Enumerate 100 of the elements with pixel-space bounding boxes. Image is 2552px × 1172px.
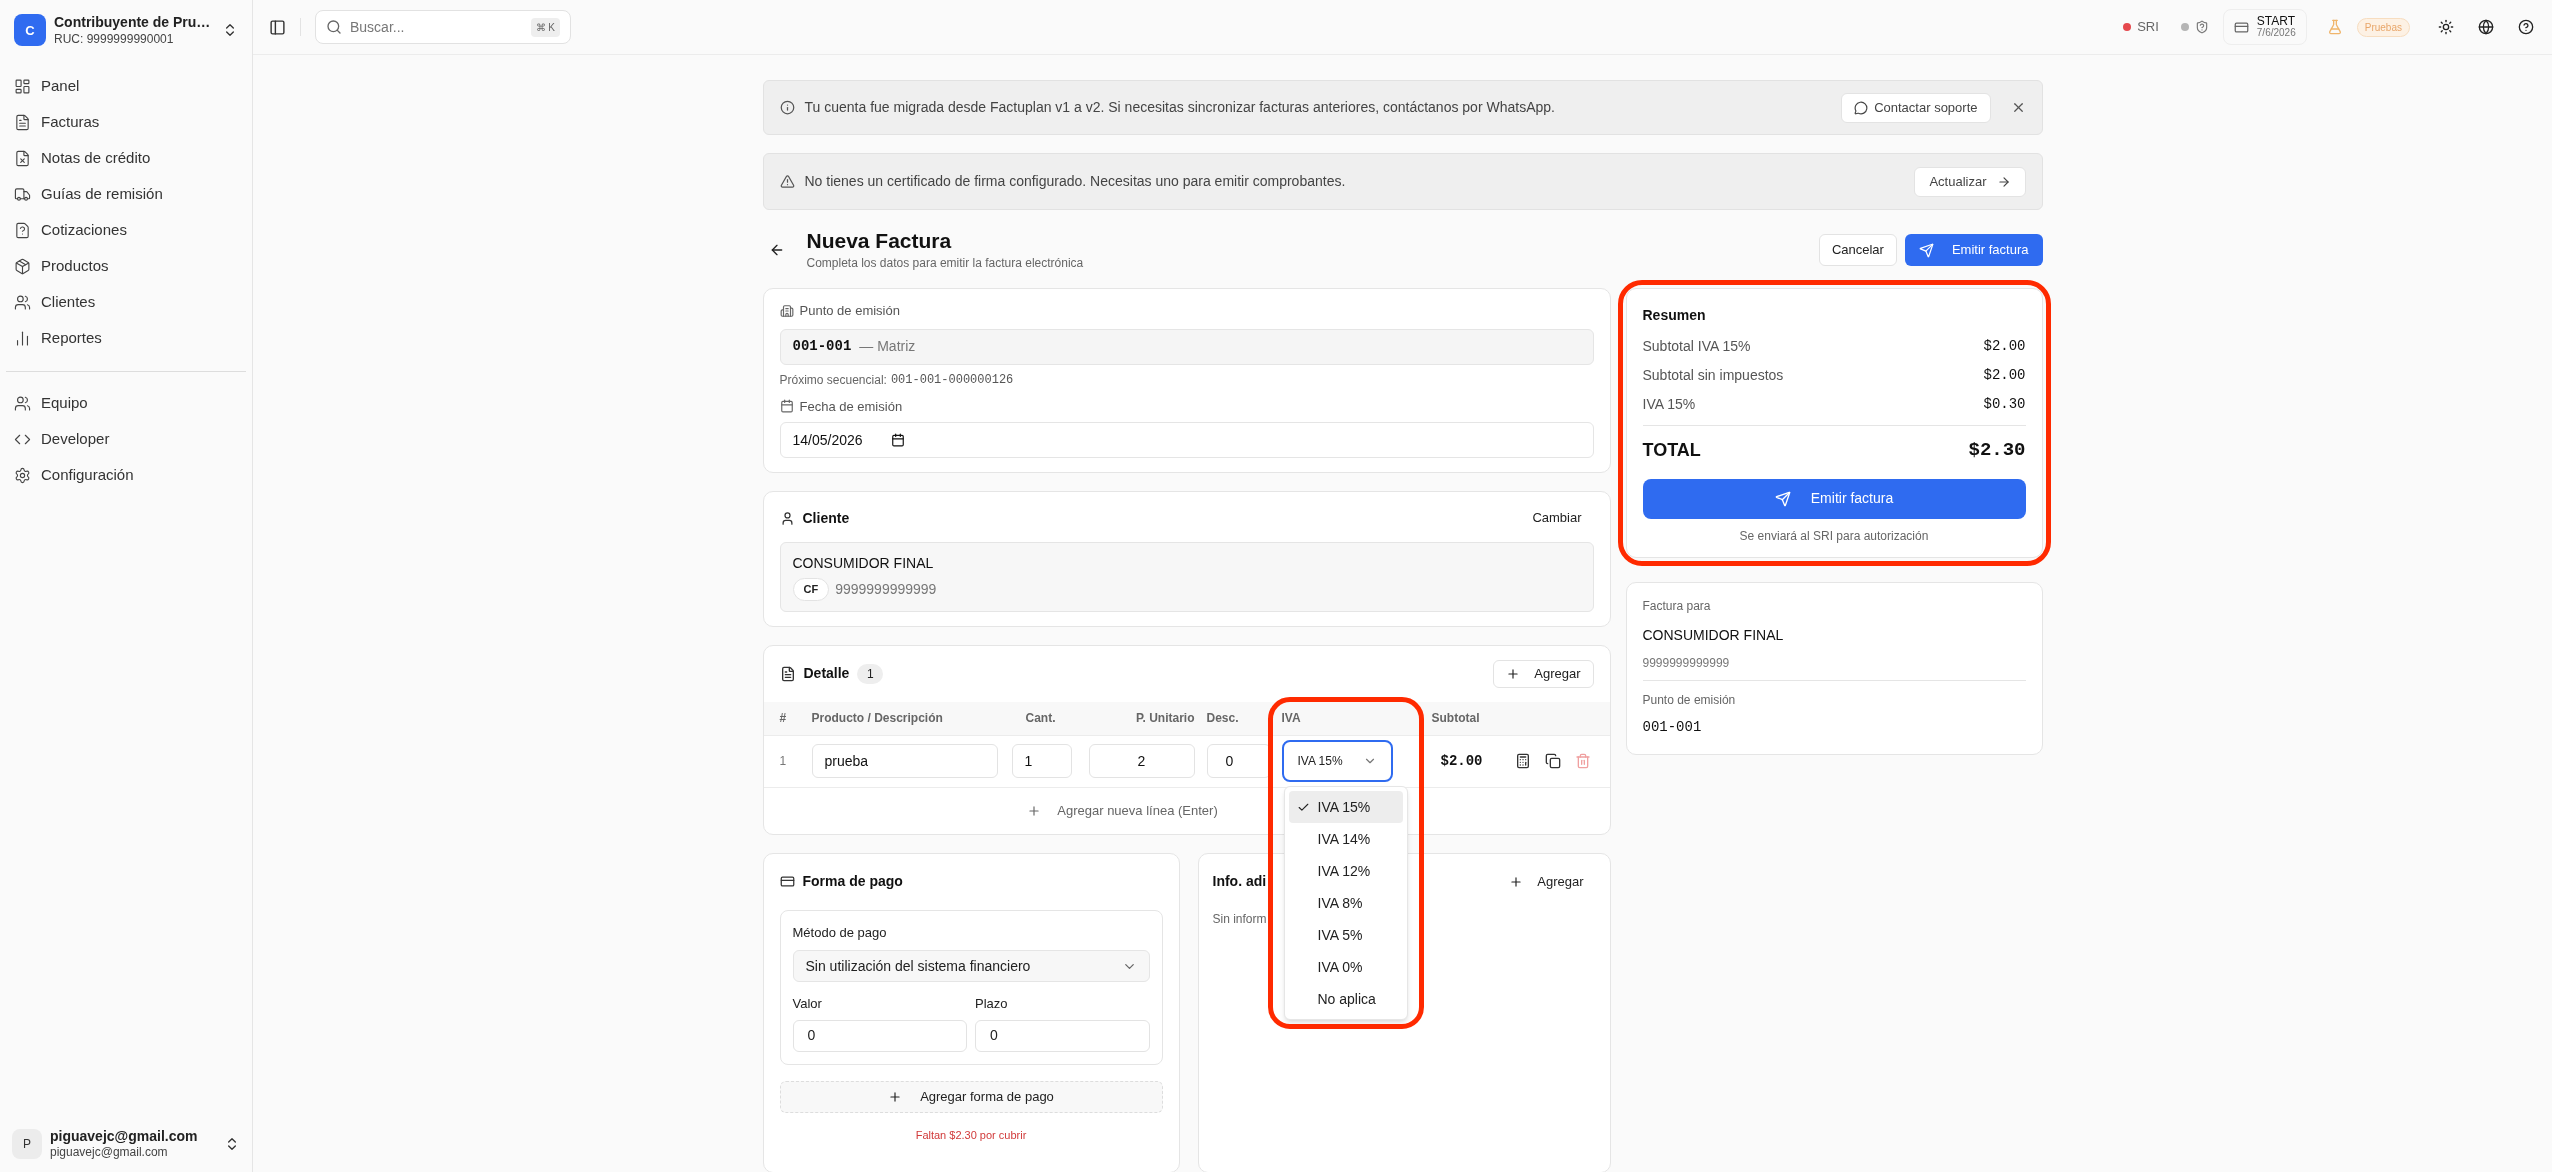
field-label: Factura para [1642, 597, 1712, 615]
summary-label: Subtotal sin impuestos [1642, 366, 1784, 385]
globe-icon[interactable] [2478, 19, 2494, 35]
summary-label: Subtotal IVA 15% [1642, 337, 1751, 356]
emission-point-field[interactable]: 001-001 — Matriz [779, 328, 1594, 365]
tax-option[interactable]: IVA 15% [1288, 791, 1403, 823]
document-icon [14, 114, 31, 131]
emission-point-code: 001-001 [792, 337, 852, 356]
field-label: Fecha de emisión [799, 397, 903, 416]
sidebar-item[interactable]: Cotizaciones [41, 219, 127, 242]
tax-option[interactable]: IVA 14% [1288, 823, 1403, 855]
sidebar-item[interactable]: Guías de remisión [41, 183, 163, 206]
client-name: CONSUMIDOR FINAL [792, 554, 935, 573]
bar-chart-icon [14, 330, 31, 347]
plan-card[interactable]: START 7/6/2026 [2222, 9, 2307, 45]
section-title: Resumen [1642, 306, 1707, 325]
notice-text: No tienes un certificado de firma configurado. Necesitas uno para emitir comprobantes. [804, 172, 1347, 191]
payment-method-select[interactable]: Sin utilización del sistema financiero [792, 950, 1150, 982]
cancel-button[interactable]: Cancelar [1818, 234, 1897, 266]
term-field[interactable]: 0 [975, 1019, 1150, 1052]
user-avatar: P [12, 1128, 42, 1159]
amount-field[interactable]: 0 [792, 1019, 967, 1052]
summary-value: $2.00 [1983, 337, 2026, 356]
sri-status: SRI [2137, 18, 2159, 37]
column-header: Desc. [1206, 710, 1240, 727]
sidebar-item[interactable]: Clientes [41, 291, 96, 314]
building-icon [779, 303, 794, 318]
send-icon [1918, 242, 1934, 258]
flask-icon [2326, 19, 2343, 35]
summary-value: $2.00 [1983, 366, 2026, 385]
plus-icon [1509, 874, 1524, 889]
field-label: Valor [792, 995, 823, 1013]
theme-icon[interactable] [2438, 19, 2454, 35]
calendar-icon[interactable] [890, 433, 905, 447]
contact-support-button[interactable]: Contactar soporte [1841, 92, 1991, 123]
info-icon [779, 100, 795, 115]
search-icon [326, 19, 342, 35]
users-icon [14, 395, 31, 412]
plan-date: 7/6/2026 [2256, 28, 2296, 39]
product-field[interactable]: prueba [811, 744, 998, 778]
tax-select[interactable]: IVA 15% [1281, 740, 1393, 782]
document-x-icon [14, 150, 31, 167]
upgrade-button[interactable]: Actualizar [1914, 166, 2026, 197]
add-info-button[interactable]: Agregar [1497, 871, 1596, 892]
sidebar-item[interactable]: Facturas [41, 111, 100, 134]
next-sequence-value: 001-001-000000126 [890, 371, 1014, 389]
plus-icon [1027, 803, 1042, 818]
calculator-icon[interactable] [1514, 753, 1531, 769]
add-item-button[interactable]: Agregar [1493, 659, 1594, 688]
dashboard-icon [14, 78, 31, 95]
sidebar-item[interactable]: Configuración [41, 464, 134, 487]
user-name: piguavejc@gmail.com [50, 1127, 199, 1145]
shortcut-key: ⌘ K [530, 17, 560, 37]
copy-icon[interactable] [1544, 753, 1561, 769]
sidebar-item[interactable]: Equipo [41, 392, 88, 415]
box-icon [14, 258, 31, 275]
tax-option[interactable]: No aplica [1288, 983, 1403, 1015]
emission-point-name: — Matriz [859, 337, 916, 356]
column-header: Producto / Descripción [811, 710, 944, 727]
page-title: Nueva Factura [806, 227, 953, 254]
tax-option[interactable]: IVA 12% [1288, 855, 1403, 887]
sidebar-item[interactable]: Panel [41, 75, 80, 98]
sidebar-item[interactable]: Productos [41, 255, 109, 278]
section-title: Cliente [802, 508, 851, 528]
tax-option[interactable]: IVA 8% [1288, 887, 1403, 919]
help-icon[interactable] [2518, 19, 2534, 35]
sidebar-item[interactable]: Notas de crédito [41, 147, 151, 170]
total-label: TOTAL [1642, 438, 1701, 462]
settings-icon [14, 467, 31, 484]
recipient-id: 9999999999999 [1642, 654, 1731, 672]
issue-invoice-button[interactable]: Emitir factura [1642, 478, 2026, 519]
sidebar-item[interactable]: Reportes [41, 327, 102, 350]
search-field[interactable]: Buscar... ⌘ K [315, 10, 571, 44]
tax-option[interactable]: IVA 0% [1288, 951, 1403, 983]
column-header: IVA [1281, 710, 1302, 727]
sidebar-toggle-icon[interactable] [269, 18, 286, 36]
summary-note: Se enviará al SRI para autorización [1738, 527, 1930, 545]
section-title: Detalle [803, 664, 850, 683]
shield-question-icon [2194, 20, 2209, 34]
quantity-field[interactable]: 1 [1011, 744, 1072, 778]
total-value: $2.30 [1968, 438, 2026, 463]
add-payment-button[interactable]: Agregar forma de pago [779, 1080, 1163, 1113]
sidebar-item[interactable]: Developer [41, 428, 110, 451]
column-header: P. Unitario [1135, 710, 1196, 727]
row-number: 1 [779, 753, 788, 770]
client-type-badge: CF [792, 578, 830, 601]
summary-value: $0.30 [1983, 395, 2026, 414]
tax-option[interactable]: IVA 5% [1288, 919, 1403, 951]
search-input[interactable]: Buscar... [350, 16, 523, 38]
plus-icon [888, 1089, 903, 1104]
change-client-button[interactable]: Cambiar [1520, 508, 1594, 528]
plan-name: START [2256, 15, 2296, 29]
add-line-button[interactable]: Agregar nueva línea (Enter) [1027, 800, 1218, 821]
unit-price-field[interactable]: 2 [1088, 744, 1195, 778]
date-field[interactable]: 14/05/2026 [779, 422, 1594, 458]
client-id: 9999999999999 [835, 579, 937, 599]
summary-label: IVA 15% [1642, 395, 1696, 414]
field-label: Punto de emisión [799, 302, 900, 320]
payment-warning: Faltan $2.30 por cubrir [915, 1127, 1027, 1143]
issue-invoice-button[interactable]: Emitir factura [1904, 234, 2043, 266]
